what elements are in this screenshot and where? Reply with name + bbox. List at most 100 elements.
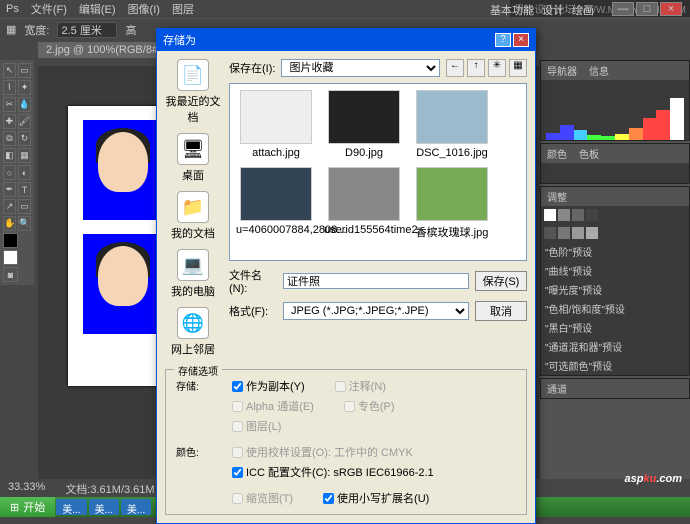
store-label: 存储:: [176, 378, 199, 393]
file-browser[interactable]: attach.jpg D90.jpg DSC_1016.jpg u=406000…: [229, 83, 527, 261]
ws-basic[interactable]: 基本功能: [490, 2, 534, 18]
brush-tool[interactable]: 🖌: [18, 114, 31, 129]
adj-vib-icon[interactable]: [544, 227, 556, 239]
history-tool[interactable]: ↻: [18, 131, 31, 146]
quickmask-tool[interactable]: ◙: [3, 267, 18, 282]
marquee-tool[interactable]: ▭: [18, 63, 31, 78]
bg-color[interactable]: [3, 250, 18, 265]
crop-tool-icon[interactable]: ▦: [6, 23, 16, 36]
preset-curves[interactable]: "曲线"预设: [541, 261, 689, 280]
adj-hue-icon[interactable]: [558, 227, 570, 239]
channels-tab[interactable]: 通道: [541, 379, 573, 398]
up-icon[interactable]: ↑: [467, 59, 485, 77]
folder-select[interactable]: 图片收藏: [281, 59, 440, 77]
file-thumb[interactable]: attach.jpg: [236, 90, 316, 159]
fg-color[interactable]: [3, 233, 18, 248]
type-tool[interactable]: T: [18, 182, 31, 197]
navigator-panel: 导航器信息: [540, 60, 690, 141]
task-item-3[interactable]: 美...: [121, 499, 151, 515]
heal-tool[interactable]: ✚: [3, 114, 16, 129]
hand-tool[interactable]: ✋: [3, 216, 16, 231]
height-label: 高: [125, 22, 136, 38]
lasso-tool[interactable]: ⌇: [3, 80, 16, 95]
stamp-tool[interactable]: ⧉: [3, 131, 16, 146]
preset-bw[interactable]: "黑白"预设: [541, 318, 689, 337]
zoom-tool[interactable]: 🔍: [18, 216, 31, 231]
save-button[interactable]: 保存(S): [475, 271, 527, 291]
gradient-tool[interactable]: ▦: [18, 148, 31, 163]
adj-bw-icon[interactable]: [572, 227, 584, 239]
save-in-label: 保存在(I):: [229, 60, 275, 76]
wand-tool[interactable]: ✦: [18, 80, 31, 95]
place-network[interactable]: 🌐网上邻居: [171, 307, 215, 357]
adj-bc-icon[interactable]: [544, 209, 556, 221]
start-button[interactable]: ⊞开始: [0, 497, 55, 517]
dialog-titlebar[interactable]: 存储为 ? ×: [157, 29, 535, 51]
preset-exposure[interactable]: "曝光度"预设: [541, 280, 689, 299]
panels-dock: 导航器信息 颜色色板 调整 "色阶"预: [540, 60, 690, 479]
task-item-2[interactable]: 美...: [89, 499, 119, 515]
places-bar: 📄我最近的文档 🖥桌面 📁我的文档 💻我的电脑 🌐网上邻居: [165, 59, 221, 357]
lowercase-ext-checkbox[interactable]: 使用小写扩展名(U): [323, 490, 429, 506]
color-tab[interactable]: 颜色: [541, 144, 573, 163]
dialog-close-button[interactable]: ×: [513, 33, 529, 47]
aspku-logo: aspku.com: [625, 457, 683, 489]
eraser-tool[interactable]: ◧: [3, 148, 16, 163]
window-close[interactable]: ×: [660, 2, 682, 16]
info-tab[interactable]: 信息: [583, 61, 615, 80]
preset-levels[interactable]: "色阶"预设: [541, 242, 689, 261]
file-thumb[interactable]: u=4060007884,2808...: [236, 167, 316, 240]
place-desktop[interactable]: 🖥桌面: [177, 133, 209, 183]
preset-selective[interactable]: "可选颜色"预设: [541, 356, 689, 375]
adjustments-tab[interactable]: 调整: [541, 187, 573, 206]
histogram-display: [541, 80, 689, 140]
view-icon[interactable]: ▦: [509, 59, 527, 77]
icc-checkbox[interactable]: ICC 配置文件(C): sRGB IEC61966-2.1: [232, 464, 434, 480]
crop-tool[interactable]: ✂: [3, 97, 16, 112]
file-thumb[interactable]: DSC_1016.jpg: [412, 90, 492, 159]
adj-exposure-icon[interactable]: [586, 209, 598, 221]
preset-hue[interactable]: "色相/饱和度"预设: [541, 299, 689, 318]
task-item-1[interactable]: 美...: [56, 499, 86, 515]
channels-panel: 通道: [540, 378, 690, 399]
toolbox: ↖▭ ⌇✦ ✂💧 ✚🖌 ⧉↻ ◧▦ ○◐ ✒T ↗▭ ✋🔍 ◙: [0, 60, 34, 285]
proof-checkbox: 使用校样设置(O): 工作中的 CMYK: [232, 444, 413, 460]
eyedrop-tool[interactable]: 💧: [18, 97, 31, 112]
adj-curves-icon[interactable]: [572, 209, 584, 221]
adj-levels-icon[interactable]: [558, 209, 570, 221]
blur-tool[interactable]: ○: [3, 165, 16, 180]
menu-layer[interactable]: 图层: [172, 1, 194, 17]
ws-paint[interactable]: 绘画: [572, 2, 594, 18]
shape-tool[interactable]: ▭: [18, 199, 31, 214]
file-thumb[interactable]: userid155564time2...: [324, 167, 404, 240]
zoom-level[interactable]: 33.33%: [8, 481, 45, 495]
pen-tool[interactable]: ✒: [3, 182, 16, 197]
move-tool[interactable]: ↖: [3, 63, 16, 78]
file-thumb[interactable]: 香槟玫瑰球.jpg: [412, 167, 492, 240]
menu-file[interactable]: 文件(F): [31, 1, 67, 17]
place-computer[interactable]: 💻我的电脑: [171, 249, 215, 299]
newfolder-icon[interactable]: ✳: [488, 59, 506, 77]
swatches-tab[interactable]: 色板: [573, 144, 605, 163]
filename-input[interactable]: [283, 273, 469, 289]
file-thumb[interactable]: D90.jpg: [324, 90, 404, 159]
ws-design[interactable]: 设计: [542, 2, 564, 18]
preset-channel[interactable]: "通道混和器"预设: [541, 337, 689, 356]
cancel-button[interactable]: 取消: [475, 301, 527, 321]
adj-photo-icon[interactable]: [586, 227, 598, 239]
place-recent[interactable]: 📄我最近的文档: [165, 59, 221, 125]
adjustments-panel: 调整 "色阶"预设 "曲线"预设 "曝光度"预设 "色相/饱和度"预设 "黑白"…: [540, 186, 690, 376]
width-input[interactable]: [57, 22, 117, 38]
dialog-help-button[interactable]: ?: [495, 33, 511, 47]
navigator-tab[interactable]: 导航器: [541, 61, 583, 80]
window-minimize[interactable]: —: [612, 2, 634, 16]
path-tool[interactable]: ↗: [3, 199, 16, 214]
dodge-tool[interactable]: ◐: [18, 165, 31, 180]
window-maximize[interactable]: □: [636, 2, 658, 16]
back-icon[interactable]: ←: [446, 59, 464, 77]
menu-edit[interactable]: 编辑(E): [79, 1, 116, 17]
format-select[interactable]: JPEG (*.JPG;*.JPEG;*.JPE): [283, 302, 469, 320]
menu-image[interactable]: 图像(I): [128, 1, 160, 17]
as-copy-checkbox[interactable]: 作为副本(Y): [232, 378, 305, 394]
place-documents[interactable]: 📁我的文档: [171, 191, 215, 241]
